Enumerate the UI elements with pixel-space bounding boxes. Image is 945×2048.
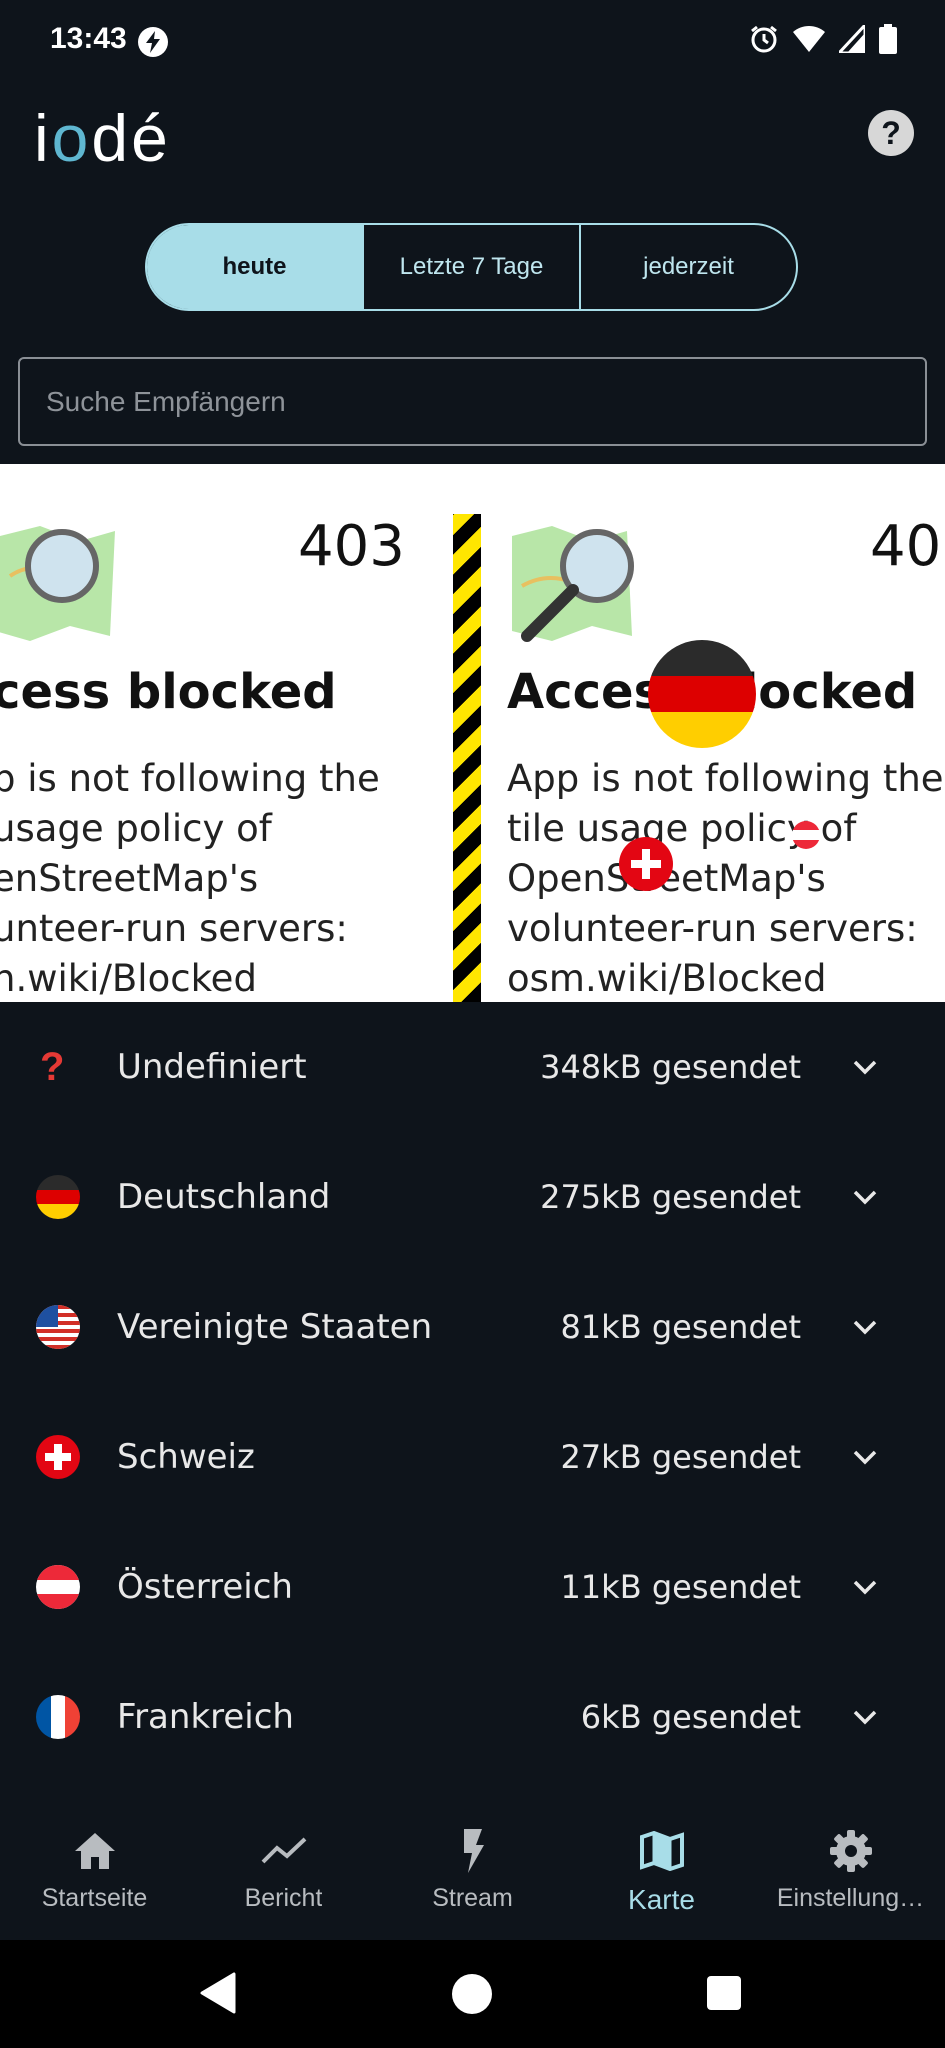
germany-flag-marker[interactable]: [648, 640, 756, 748]
segment-jederzeit[interactable]: jederzeit: [581, 225, 796, 309]
system-navigation-bar: [0, 1940, 945, 2048]
country-row-schweiz[interactable]: Schweiz 27kB gesendet: [0, 1392, 945, 1522]
status-bar: 13:43: [0, 0, 945, 84]
time-range-selector: heute Letzte 7 Tage jederzeit: [145, 223, 798, 311]
country-row-vereinigte-staaten[interactable]: Vereinigte Staaten 81kB gesendet: [0, 1262, 945, 1392]
sent-amount: 348kB gesendet: [540, 1048, 801, 1086]
sent-amount: 81kB gesendet: [560, 1308, 801, 1346]
tile-text: p is not following the usage policy of e…: [0, 757, 380, 1000]
germany-flag-icon: [36, 1175, 80, 1219]
bottom-navigation: Startseite Bericht Stream Karte Einstell…: [0, 1814, 945, 1940]
switzerland-flag-marker[interactable]: [619, 837, 673, 891]
home-button[interactable]: [452, 1974, 492, 2014]
charging-bolt-icon: [138, 27, 168, 57]
search-input[interactable]: [46, 385, 899, 418]
austria-flag-icon: [36, 1565, 80, 1609]
country-row-deutschland[interactable]: Deutschland 275kB gesendet: [0, 1132, 945, 1262]
country-row-frankreich[interactable]: Frankreich 6kB gesendet: [0, 1652, 945, 1782]
help-button[interactable]: ?: [868, 110, 914, 156]
magnifier-map-icon: [0, 526, 115, 641]
sent-amount: 6kB gesendet: [580, 1698, 801, 1736]
app-logo: iodé: [34, 101, 171, 175]
country-name: Frankreich: [117, 1697, 294, 1737]
signal-icon: [835, 21, 867, 57]
tile-error-code: 403: [298, 514, 405, 579]
nav-label: Karte: [628, 1884, 695, 1915]
nav-karte[interactable]: Karte: [567, 1814, 756, 1940]
chevron-down-icon[interactable]: [850, 1182, 880, 1212]
alarm-icon: [749, 24, 779, 58]
usa-flag-icon: [36, 1305, 80, 1349]
question-mark-circle-icon: ?: [881, 115, 901, 151]
tile-error-code: 40: [870, 514, 942, 579]
sent-amount: 11kB gesendet: [560, 1568, 801, 1606]
chevron-down-icon[interactable]: [850, 1702, 880, 1732]
back-icon[interactable]: [200, 1972, 236, 2014]
nav-stream[interactable]: Stream: [378, 1814, 567, 1940]
map-icon: [639, 1828, 685, 1874]
country-name: Schweiz: [117, 1437, 255, 1477]
france-flag-icon: [36, 1695, 80, 1739]
chevron-down-icon[interactable]: [850, 1442, 880, 1472]
home-icon: [72, 1828, 118, 1874]
tile-title: cess blocked: [0, 664, 337, 720]
sent-amount: 27kB gesendet: [560, 1438, 801, 1476]
battery-icon: [879, 24, 897, 58]
nav-einstellungen[interactable]: Einstellung…: [756, 1814, 945, 1940]
wifi-icon: [793, 25, 825, 57]
gear-icon: [828, 1828, 874, 1874]
sent-amount: 275kB gesendet: [540, 1178, 801, 1216]
bolt-icon: [450, 1828, 496, 1874]
chevron-down-icon[interactable]: [850, 1572, 880, 1602]
segment-heute[interactable]: heute: [147, 225, 364, 309]
country-name: Deutschland: [117, 1177, 331, 1217]
magnifier-map-icon: [512, 526, 634, 642]
nav-label: Einstellung…: [776, 1884, 925, 1912]
chevron-down-icon[interactable]: [850, 1312, 880, 1342]
trending-line-icon: [261, 1828, 307, 1874]
question-icon: ?: [40, 1044, 65, 1089]
country-name: Vereinigte Staaten: [117, 1307, 433, 1347]
country-row-oesterreich[interactable]: Österreich 11kB gesendet: [0, 1522, 945, 1652]
nav-label: Bericht: [244, 1884, 323, 1912]
austria-flag-marker[interactable]: [792, 821, 820, 849]
tile-border-stripe: [453, 514, 481, 1002]
switzerland-flag-icon: [36, 1435, 80, 1479]
status-icons: [749, 21, 897, 58]
recents-button[interactable]: [707, 1976, 741, 2010]
map-tile-left: 403 cess blocked p is not following the …: [0, 464, 405, 1002]
country-name: Österreich: [117, 1567, 293, 1607]
nav-bericht[interactable]: Bericht: [189, 1814, 378, 1940]
country-list: ? Undefiniert 348kB gesendet Deutschland…: [0, 1002, 945, 1782]
tile-text: App is not following the tile usage poli…: [507, 757, 944, 1000]
nav-label: Startseite: [41, 1884, 148, 1912]
nav-label: Stream: [432, 1884, 513, 1912]
search-box: [18, 357, 927, 446]
country-name: Undefiniert: [117, 1047, 307, 1087]
country-row-undefiniert[interactable]: ? Undefiniert 348kB gesendet: [0, 1002, 945, 1132]
status-time: 13:43: [50, 22, 127, 55]
nav-startseite[interactable]: Startseite: [0, 1814, 189, 1940]
segment-letzte-7-tage[interactable]: Letzte 7 Tage: [364, 225, 581, 309]
chevron-down-icon[interactable]: [850, 1052, 880, 1082]
map-view[interactable]: 403 cess blocked p is not following the …: [0, 464, 945, 1002]
